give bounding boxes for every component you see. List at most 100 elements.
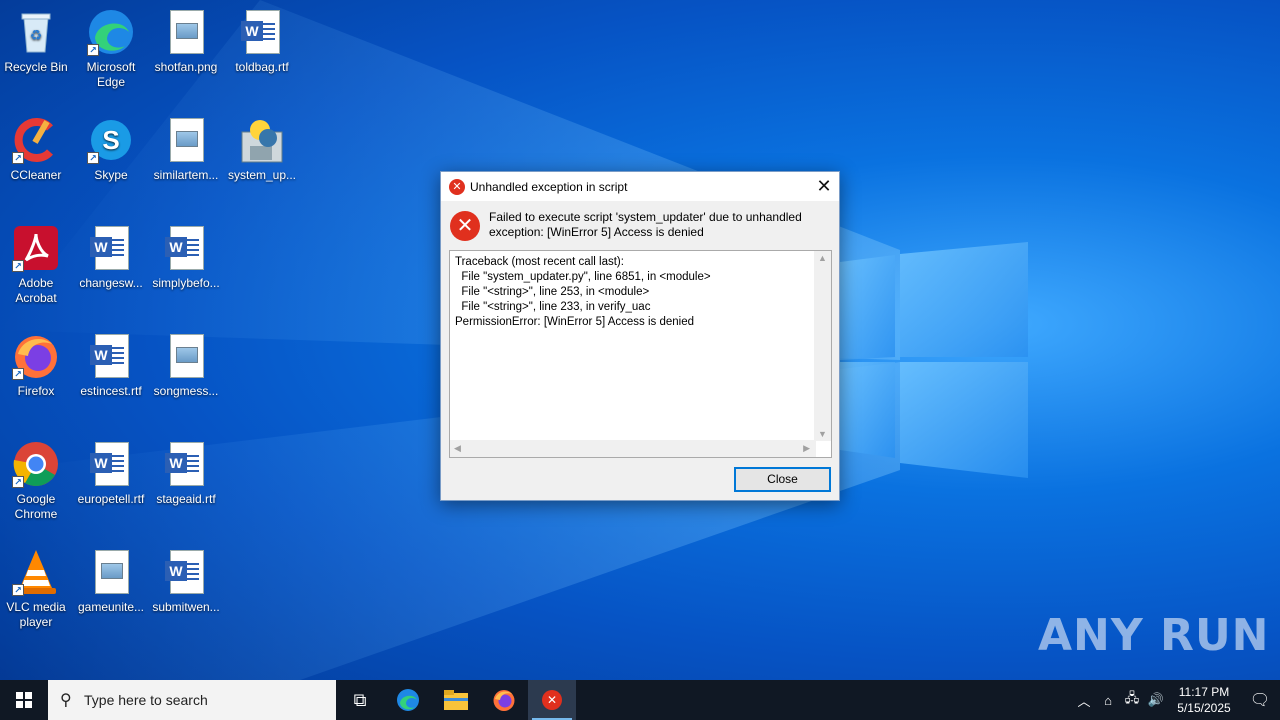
- word-doc-icon: W: [162, 224, 210, 272]
- clock-time: 11:17 PM: [1178, 685, 1230, 699]
- acrobat-icon: ↗: [12, 224, 60, 272]
- desktop-icon-label: submitwen...: [152, 600, 220, 614]
- desktop-icon-gameunite[interactable]: gameunite...: [75, 548, 147, 615]
- python-installer-icon: [238, 116, 286, 164]
- search-placeholder: Type here to search: [84, 692, 208, 708]
- error-icon: ✕: [449, 178, 465, 195]
- image-file-icon: [87, 548, 135, 596]
- word-doc-icon: W: [162, 548, 210, 596]
- desktop-icon-label: Microsoft Edge: [86, 60, 136, 89]
- scroll-left-icon[interactable]: ◀: [454, 443, 461, 454]
- start-button[interactable]: [0, 680, 48, 720]
- device-icon[interactable]: ⌂: [1096, 693, 1120, 708]
- desktop-icon-songmess[interactable]: songmess...: [150, 332, 222, 399]
- anyrun-watermark: ANY RUN: [1038, 610, 1270, 661]
- desktop-icon-estincest[interactable]: W estincest.rtf: [75, 332, 147, 399]
- desktop-icon-acrobat[interactable]: ↗ Adobe Acrobat: [0, 224, 72, 306]
- desktop-icon-europetell[interactable]: W europetell.rtf: [75, 440, 147, 507]
- task-view-icon[interactable]: ⧉: [336, 680, 384, 720]
- desktop-icon-label: system_up...: [227, 168, 297, 182]
- desktop-icon-simplybefo[interactable]: W simplybefo...: [150, 224, 222, 291]
- scroll-down-icon[interactable]: ▼: [818, 429, 827, 439]
- desktop-icon-label: europetell.rtf: [77, 492, 145, 506]
- word-doc-icon: W: [238, 8, 286, 56]
- chevron-up-icon[interactable]: ︿: [1072, 691, 1096, 710]
- edge-icon: ↗: [87, 8, 135, 56]
- desktop-icon-vlc[interactable]: ↗ VLC media player: [0, 548, 72, 630]
- desktop-icon-label: songmess...: [153, 384, 219, 398]
- desktop-icon-label: simplybefo...: [152, 276, 220, 290]
- shortcut-arrow-icon: ↗: [12, 476, 24, 488]
- dialog-title: Unhandled exception in script: [470, 179, 628, 194]
- desktop-icon-toldbag[interactable]: W toldbag.rtf: [226, 8, 298, 75]
- desktop-icon-label: estincest.rtf: [80, 384, 142, 398]
- desktop-icon-firefox[interactable]: ↗ Firefox: [0, 332, 72, 399]
- desktop-icon-label: Firefox: [17, 384, 55, 398]
- error-message: Failed to execute script 'system_updater…: [489, 210, 802, 239]
- system-tray: ︿ ⌂ 🖧 🔊 11:17 PM 5/15/2025 🗨: [1072, 680, 1280, 720]
- search-icon: ⚲: [60, 692, 72, 709]
- desktop-icon-changesw[interactable]: W changesw...: [75, 224, 147, 291]
- desktop-icon-label: changesw...: [79, 276, 143, 290]
- shortcut-arrow-icon: ↗: [12, 368, 24, 380]
- desktop-icon-label: VLC media player: [6, 600, 66, 629]
- word-doc-icon: W: [87, 224, 135, 272]
- desktop-icon-system-updater[interactable]: system_up...: [226, 116, 298, 183]
- shortcut-arrow-icon: ↗: [12, 152, 24, 164]
- desktop-icon-similartem[interactable]: similartem...: [150, 116, 222, 183]
- vertical-scrollbar[interactable]: ▲ ▼: [814, 251, 831, 441]
- dialog-title-bar[interactable]: ✕ Unhandled exception in script: [441, 172, 839, 201]
- error-icon: ✕: [450, 211, 480, 241]
- volume-icon[interactable]: 🔊: [1144, 692, 1168, 708]
- file-explorer-icon[interactable]: [432, 680, 480, 720]
- error-dialog: ✕ Unhandled exception in script ✕ ✕ Fail…: [440, 171, 840, 501]
- desktop-icon-stageaid[interactable]: W stageaid.rtf: [150, 440, 222, 507]
- image-file-icon: [162, 332, 210, 380]
- desktop-icon-label: Skype: [94, 168, 128, 182]
- svg-text:S: S: [102, 125, 119, 155]
- chrome-icon: ↗: [12, 440, 60, 488]
- windows-logo-icon: [16, 692, 32, 708]
- recycle-bin-icon: ♻: [12, 8, 60, 56]
- firefox-icon[interactable]: [480, 680, 528, 720]
- skype-icon: S ↗: [87, 116, 135, 164]
- shortcut-arrow-icon: ↗: [87, 44, 99, 56]
- clock-date: 5/15/2025: [1177, 701, 1231, 715]
- word-doc-icon: W: [162, 440, 210, 488]
- clock[interactable]: 11:17 PM 5/15/2025: [1168, 684, 1240, 716]
- error-app-icon[interactable]: ✕: [528, 680, 576, 720]
- scroll-right-icon[interactable]: ▶: [803, 443, 810, 454]
- network-icon[interactable]: 🖧: [1120, 689, 1144, 711]
- taskbar: ⚲ Type here to search ⧉ ✕ ︿ ⌂ 🖧 🔊 11:17 …: [0, 680, 1280, 720]
- desktop-icon-ccleaner[interactable]: ↗ CCleaner: [0, 116, 72, 183]
- desktop-icon-label: gameunite...: [77, 600, 145, 614]
- desktop-icon-edge[interactable]: ↗ Microsoft Edge: [75, 8, 147, 90]
- shortcut-arrow-icon: ↗: [87, 152, 99, 164]
- horizontal-scrollbar[interactable]: ◀ ▶: [450, 440, 816, 457]
- taskbar-search-box[interactable]: ⚲ Type here to search: [48, 680, 336, 720]
- shortcut-arrow-icon: ↗: [12, 260, 24, 272]
- desktop-icon-label: Google Chrome: [14, 492, 58, 521]
- close-button[interactable]: Close: [734, 467, 831, 492]
- image-file-icon: [162, 8, 210, 56]
- desktop-icon-chrome[interactable]: ↗ Google Chrome: [0, 440, 72, 522]
- edge-icon[interactable]: [384, 680, 432, 720]
- scroll-up-icon[interactable]: ▲: [818, 253, 827, 263]
- close-icon[interactable]: ✕: [809, 172, 839, 201]
- desktop-icon-submitwen[interactable]: W submitwen...: [150, 548, 222, 615]
- desktop-icon-label: toldbag.rtf: [235, 60, 289, 74]
- vlc-icon: ↗: [12, 548, 60, 596]
- word-doc-icon: W: [87, 332, 135, 380]
- desktop-icon-shotfan[interactable]: shotfan.png: [150, 8, 222, 75]
- desktop-icon-skype[interactable]: S ↗ Skype: [75, 116, 147, 183]
- desktop-icon-recycle-bin[interactable]: ♻ Recycle Bin: [0, 8, 72, 75]
- traceback-textbox[interactable]: Traceback (most recent call last): File …: [449, 250, 832, 458]
- desktop-icon-label: similartem...: [153, 168, 219, 182]
- notification-icon[interactable]: 🗨: [1240, 690, 1280, 710]
- desktop-icon-label: Recycle Bin: [4, 60, 68, 74]
- desktop-icon-label: Adobe Acrobat: [15, 276, 57, 305]
- image-file-icon: [162, 116, 210, 164]
- traceback-text: Traceback (most recent call last): File …: [455, 256, 711, 328]
- desktop-icon-label: stageaid.rtf: [156, 492, 216, 506]
- svg-text:♻: ♻: [30, 27, 43, 43]
